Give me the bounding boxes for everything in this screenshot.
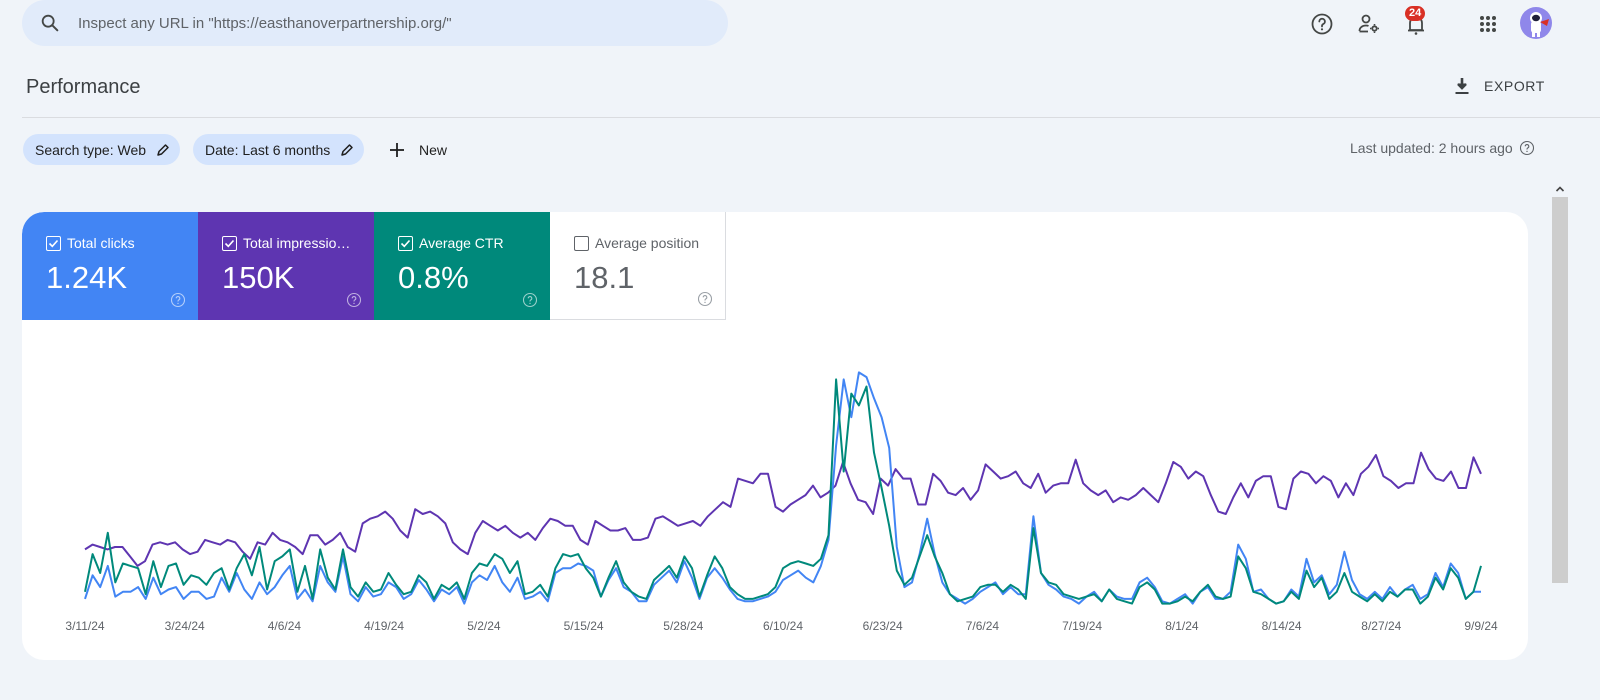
chevron-up-icon [1555,186,1565,192]
x-tick-label: 8/14/24 [1262,619,1302,633]
help-circle-icon[interactable] [1519,140,1535,156]
metric-card-total-impressions[interactable]: Total impressio… 150K [198,212,374,320]
filter-chip-search-type[interactable]: Search type: Web [23,134,181,165]
filter-chip-label: Search type: Web [35,141,147,158]
metric-card-total-clicks[interactable]: Total clicks 1.24K [22,212,198,320]
astronaut-avatar-icon [1530,12,1549,37]
metric-card-average-ctr[interactable]: Average CTR 0.8% [374,212,550,320]
last-updated-text: Last updated: 2 hours ago [1350,140,1513,156]
metric-value: 18.1 [574,260,635,295]
x-tick-label: 3/11/24 [65,619,104,633]
series-line-average-ctr[interactable] [84,378,1482,605]
page-scrollbar[interactable] [1552,181,1568,700]
download-icon [1455,78,1469,94]
checkbox-checked-icon[interactable] [46,235,61,251]
export-label: EXPORT [1484,78,1545,94]
filter-chip-label: Date: Last 6 months [205,141,331,158]
scroll-up-button[interactable] [1552,181,1568,197]
manage-users-button[interactable] [1357,12,1381,36]
x-tick-label: 6/23/24 [863,619,903,633]
notifications-button[interactable]: 24 [1404,6,1428,36]
manage-users-icon [1358,14,1379,33]
x-tick-label: 6/10/24 [763,619,803,633]
metric-label: Average CTR [419,235,504,251]
checkbox-unchecked-icon[interactable] [574,235,589,251]
checkbox-checked-icon[interactable] [222,235,237,251]
account-avatar[interactable] [1520,7,1552,39]
checkbox-checked-icon[interactable] [398,235,413,251]
page-title: Performance [26,76,141,98]
x-tick-label: 8/27/24 [1361,619,1401,633]
header-divider [22,117,1600,118]
plus-icon [390,142,404,157]
x-tick-label: 3/24/24 [165,619,205,633]
performance-chart-card: 3/11/24 3/24/24 4/6/24 4/19/24 5/2/24 5/15/24… [22,212,1528,660]
help-circle-icon[interactable] [346,292,362,308]
help-circle-icon[interactable] [522,292,538,308]
metric-value: 0.8% [398,260,469,295]
filter-chip-date[interactable]: Date: Last 6 months [193,134,365,165]
x-tick-label: 5/2/24 [467,619,501,633]
metric-label: Total impressio… [243,235,351,251]
new-filter-label: New [419,141,448,158]
help-circle-icon[interactable] [697,291,713,307]
metric-cards: Total clicks 1.24K Total impressio… 150K… [22,212,726,320]
apps-button[interactable] [1476,12,1500,36]
url-inspection-input[interactable] [78,14,678,32]
edit-pencil-icon [341,143,354,156]
apps-grid-icon [1480,16,1496,32]
scroll-thumb[interactable] [1552,197,1568,583]
x-tick-label: 7/6/24 [966,619,1000,633]
last-updated: Last updated: 2 hours ago [1350,140,1535,156]
help-circle-icon [1311,13,1333,35]
x-tick-label: 8/1/24 [1165,619,1199,633]
metric-card-average-position[interactable]: Average position 18.1 [550,212,726,320]
url-inspection-search[interactable] [22,0,728,46]
metric-label: Average position [595,235,700,251]
x-tick-label: 5/28/24 [663,619,703,633]
x-tick-label: 4/6/24 [268,619,302,633]
export-button[interactable]: EXPORT [1452,74,1545,98]
x-tick-label: 9/9/24 [1464,619,1498,633]
edit-pencil-icon [157,143,169,156]
metric-label: Total clicks [67,235,135,251]
x-tick-label: 7/19/24 [1062,619,1102,633]
help-circle-icon[interactable] [170,292,186,308]
help-button[interactable] [1310,12,1334,36]
x-tick-label: 5/15/24 [564,619,604,633]
new-filter-button[interactable]: New [387,134,447,165]
series-line-total-impressions[interactable] [84,451,1482,567]
metric-value: 150K [222,260,295,295]
search-icon [41,14,59,32]
x-tick-label: 4/19/24 [364,619,404,633]
notifications-count-badge: 24 [1405,6,1426,21]
metric-value: 1.24K [46,260,128,295]
